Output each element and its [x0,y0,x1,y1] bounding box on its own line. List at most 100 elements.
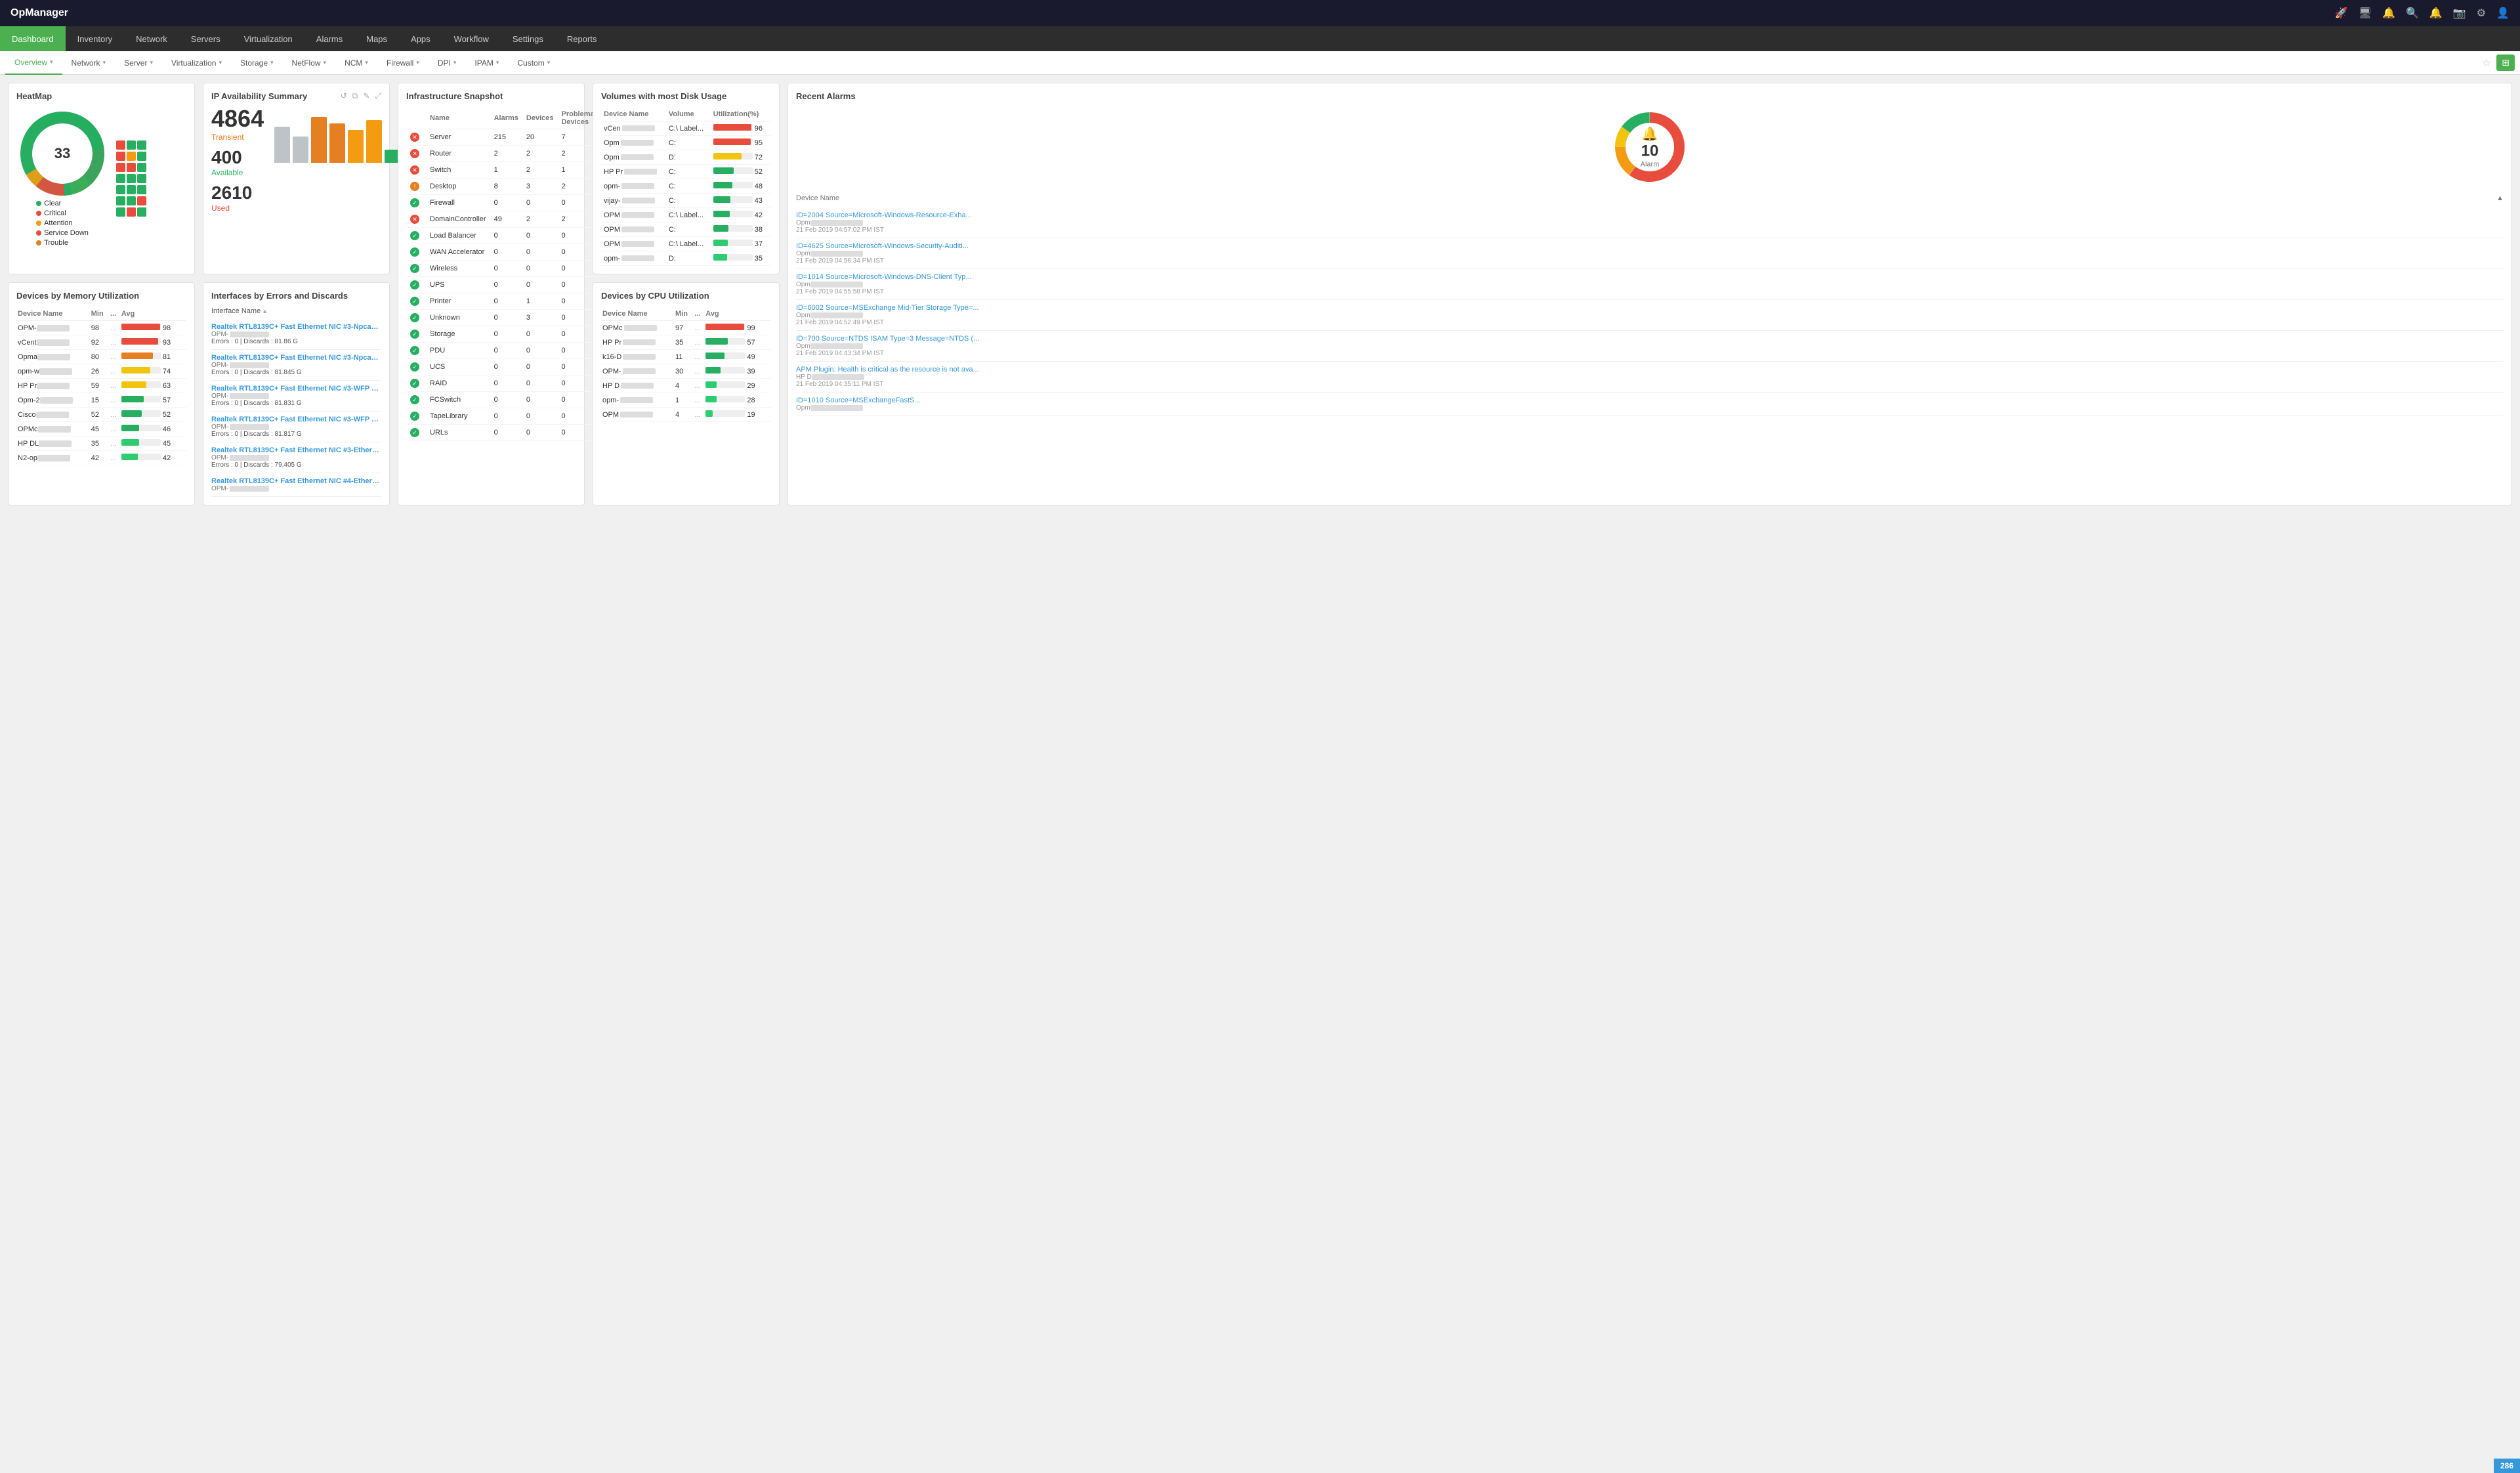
interface-stats: Errors : 0 | Discards : 81.86 G [211,338,381,345]
cpu-dots-cell: ... [693,408,704,422]
recent-alarms-widget: Recent Alarms 🔔 10 Alarm Device Name ▲ I… [788,83,2512,505]
table-row: HP DL 35 ... 45 [16,437,186,451]
vol-util-cell: 38 [711,223,771,237]
subnav-firewall[interactable]: Firewall ▾ [377,51,429,75]
status-icon: ✓ [410,362,419,372]
subnav-network[interactable]: Network ▾ [62,51,116,75]
nav-virtualization[interactable]: Virtualization [232,26,304,51]
rocket-icon[interactable]: 🚀 [2335,7,2348,20]
status-cell: ✕ [406,129,426,146]
ip-availability-widget: IP Availability Summary ↺ ⧉ ✎ ⤢ 4864 Tra… [203,83,390,274]
avg-cell: 57 [120,393,186,408]
interface-name[interactable]: Realtek RTL8139C+ Fast Ethernet NIC #3-N… [211,323,381,331]
list-item: Realtek RTL8139C+ Fast Ethernet NIC #3-N… [211,350,381,381]
alarm-title[interactable]: ID=1014 Source=Microsoft-Windows-DNS-Cli… [796,273,2504,281]
interface-name[interactable]: Realtek RTL8139C+ Fast Ethernet NIC #4-E… [211,477,381,485]
nav-network[interactable]: Network [124,26,179,51]
avg-cell: 63 [120,379,186,393]
alarm-title[interactable]: ID=6002 Source=MSExchange Mid-Tier Stora… [796,304,2504,312]
interface-name[interactable]: Realtek RTL8139C+ Fast Ethernet NIC #3-W… [211,385,381,393]
subnav-storage[interactable]: Storage ▾ [231,51,283,75]
alarm-title[interactable]: ID=4625 Source=Microsoft-Windows-Securit… [796,242,2504,250]
nav-maps[interactable]: Maps [354,26,399,51]
alarms-cell: 0 [490,244,522,261]
device-name-cell: Opma [16,350,90,364]
status-cell: ✓ [406,375,426,392]
alarms-title: Recent Alarms [796,91,2504,101]
interface-name[interactable]: Realtek RTL8139C+ Fast Ethernet NIC #3-E… [211,446,381,454]
subnav-server[interactable]: Server ▾ [115,51,162,75]
bell-small-icon[interactable]: 🔔 [2382,7,2395,20]
heatmap-bars [116,140,146,217]
table-row: ✓ Unknown 0 3 0 [406,310,606,326]
vol-device-cell: HP Pr [601,165,666,179]
status-icon: ✕ [410,165,419,175]
memory-table: Device Name Min ... Avg OPM- 98 ... 98 v… [16,307,186,465]
refresh-icon[interactable]: ↺ [341,91,347,101]
nav-inventory[interactable]: Inventory [66,26,124,51]
name-cell: Unknown [426,310,490,326]
nav-settings[interactable]: Settings [501,26,555,51]
layout-grid-button[interactable]: ⊞ [2496,54,2515,71]
infra-col-alarms: Alarms [490,108,522,129]
subnav-dpi[interactable]: DPI ▾ [429,51,466,75]
name-cell: UCS [426,359,490,375]
camera-icon[interactable]: 📷 [2453,7,2466,20]
nav-workflow[interactable]: Workflow [442,26,501,51]
monitor-icon[interactable]: 🖥 [2359,7,2372,20]
interface-name[interactable]: Realtek RTL8139C+ Fast Ethernet NIC #3-W… [211,416,381,423]
notification-icon[interactable]: 🔔 [2429,7,2443,20]
nav-apps[interactable]: Apps [399,26,442,51]
main-nav: Dashboard Inventory Network Servers Virt… [0,26,2520,51]
table-row: ✓ Printer 0 1 0 [406,293,606,310]
list-item: Realtek RTL8139C+ Fast Ethernet NIC #3-E… [211,442,381,473]
nav-dashboard[interactable]: Dashboard [0,26,66,51]
alarm-title[interactable]: ID=1010 Source=MSExchangeFastS... [796,396,2504,404]
subnav-ncm[interactable]: NCM ▾ [335,51,377,75]
interface-stats: Errors : 0 | Discards : 81.831 G [211,400,381,407]
vol-volume-cell: D: [666,150,711,165]
device-name-cell: OPMc [16,422,90,437]
favorite-star-icon[interactable]: ☆ [2482,56,2491,70]
alarms-cell: 2 [490,146,522,162]
alarm-device: Opm [796,250,2504,257]
subnav-ipam[interactable]: IPAM ▾ [465,51,508,75]
expand-icon[interactable]: ⤢ [375,91,381,101]
settings-icon[interactable]: ⚙ [2477,7,2486,20]
device-name-cell: N2-op [16,451,90,465]
nav-servers[interactable]: Servers [179,26,232,51]
table-row: OPM- 30 ... 39 [601,364,771,379]
subnav-custom[interactable]: Custom ▾ [508,51,559,75]
nav-alarms[interactable]: Alarms [304,26,354,51]
alarm-time: 21 Feb 2019 04:35:11 PM IST [796,381,2504,388]
status-cell: ✓ [406,425,426,441]
memory-col-avg: Avg [120,307,186,321]
alarm-title[interactable]: ID=2004 Source=Microsoft-Windows-Resourc… [796,211,2504,219]
subnav-overview[interactable]: Overview ▾ [5,51,62,75]
min-cell: 80 [90,350,109,364]
devices-cell: 0 [522,195,558,211]
heatmap-bar-cell [137,152,146,161]
avg-cell: 98 [120,321,186,335]
chevron-down-icon: ▾ [365,59,368,66]
name-cell: Storage [426,326,490,343]
edit-icon[interactable]: ✎ [363,91,369,101]
sort-icon: ▲ [2496,194,2504,202]
interfaces-title: Interfaces by Errors and Discards [211,291,381,301]
device-name-cell: Cisco [16,408,90,422]
nav-reports[interactable]: Reports [555,26,609,51]
alarm-title[interactable]: ID=700 Source=NTDS ISAM Type=3 Message=N… [796,335,2504,343]
user-icon[interactable]: 👤 [2496,7,2510,20]
interface-name[interactable]: Realtek RTL8139C+ Fast Ethernet NIC #3-N… [211,354,381,362]
subnav-netflow[interactable]: NetFlow ▾ [283,51,336,75]
copy-icon[interactable]: ⧉ [352,91,358,101]
heatmap-bar-cell [127,207,136,217]
top-icons: 🚀 🖥 🔔 🔍 🔔 📷 ⚙ 👤 [2335,7,2510,20]
alarm-title[interactable]: APM Plugin: Health is critical as the re… [796,366,2504,374]
table-row: HP Pr 35 ... 57 [601,335,771,350]
table-row: HP Pr C: 52 [601,165,771,179]
search-icon[interactable]: 🔍 [2406,7,2419,20]
avg-cell: 46 [120,422,186,437]
subnav-virtualization[interactable]: Virtualization ▾ [162,51,231,75]
devices-cell: 0 [522,261,558,277]
